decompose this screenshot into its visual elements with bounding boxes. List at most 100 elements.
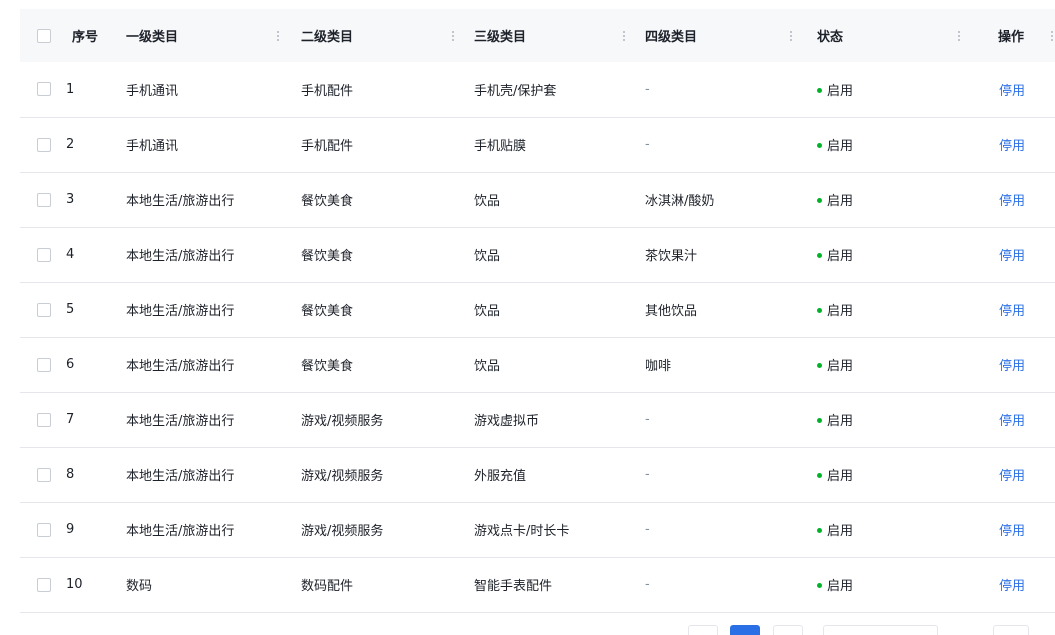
cell-index-text: 8 [66,467,75,482]
column-header-label: 四级类目 [645,30,698,45]
status-dot-icon [817,583,822,588]
status-dot-icon [817,143,822,148]
column-resize-handle-icon[interactable] [958,29,960,42]
table-row[interactable]: 9 本地生活/旅游出行 游戏/视频服务 游戏点卡/时长卡 - 启用 停用 [20,502,1055,557]
disable-link[interactable]: 停用 [999,194,1025,209]
cell-level1: 手机通讯 [120,62,295,117]
row-checkbox[interactable] [37,412,51,427]
disable-link[interactable]: 停用 [999,524,1025,539]
row-select-cell [20,282,60,337]
table-row[interactable]: 2 手机通讯 手机配件 手机贴膜 - 启用 停用 [20,117,1055,172]
table-row[interactable]: 5 本地生活/旅游出行 餐饮美食 饮品 其他饮品 启用 停用 [20,282,1055,337]
column-resize-handle-icon[interactable] [1051,29,1053,42]
row-checkbox[interactable] [37,302,51,317]
disable-link[interactable]: 停用 [999,139,1025,154]
disable-link[interactable]: 停用 [999,359,1025,374]
disable-link[interactable]: 停用 [999,469,1025,484]
cell-level1-text: 本地生活/旅游出行 [126,524,235,539]
row-checkbox[interactable] [37,192,51,207]
row-checkbox[interactable] [37,357,51,372]
pagination-next-button[interactable] [773,625,803,635]
row-checkbox[interactable] [37,137,51,152]
cell-index-text: 6 [66,357,75,372]
cell-level1-text: 本地生活/旅游出行 [126,304,235,319]
row-checkbox[interactable] [37,82,51,97]
row-checkbox[interactable] [37,467,51,482]
select-all-cell [20,9,60,62]
cell-level3: 饮品 [470,337,645,392]
cell-level3: 游戏虚拟币 [470,392,645,447]
pagination-prev-button[interactable] [688,625,718,635]
pagination-jumper-input[interactable] [993,625,1029,635]
cell-level4-text: - [645,467,650,482]
select-all-checkbox[interactable] [37,28,51,43]
table-row[interactable]: 3 本地生活/旅游出行 餐饮美食 饮品 冰淇淋/酸奶 启用 停用 [20,172,1055,227]
cell-index-text: 5 [66,302,75,317]
cell-level4: - [645,447,817,502]
status-text: 启用 [827,194,854,209]
cell-level1-text: 本地生活/旅游出行 [126,414,235,429]
cell-level2: 餐饮美食 [295,282,470,337]
disable-link[interactable]: 停用 [999,304,1025,319]
disable-link[interactable]: 停用 [999,249,1025,264]
table-header: 序号 一级类目 二级类目 三级类目 四级类目 状态 操作 [20,9,1055,62]
column-resize-handle-icon[interactable] [623,29,625,42]
pagination-page-size-select[interactable] [823,625,938,635]
row-select-cell [20,62,60,117]
cell-action: 停用 [985,117,1055,172]
cell-level2-text: 游戏/视频服务 [301,524,384,539]
cell-action: 停用 [985,557,1055,612]
cell-index-text: 4 [66,247,75,262]
column-header-status: 状态 [817,9,985,62]
table-row[interactable]: 10 数码 数码配件 智能手表配件 - 启用 停用 [20,557,1055,612]
cell-level3-text: 手机贴膜 [474,139,527,154]
table-row[interactable]: 6 本地生活/旅游出行 餐饮美食 饮品 咖啡 启用 停用 [20,337,1055,392]
column-header-label: 状态 [817,30,844,45]
column-header-label: 三级类目 [474,30,527,45]
cell-status: 启用 [817,62,985,117]
disable-link[interactable]: 停用 [999,414,1025,429]
cell-level1-text: 本地生活/旅游出行 [126,359,235,374]
table-row[interactable]: 7 本地生活/旅游出行 游戏/视频服务 游戏虚拟币 - 启用 停用 [20,392,1055,447]
cell-level2-text: 数码配件 [301,579,354,594]
disable-link[interactable]: 停用 [999,579,1025,594]
row-checkbox[interactable] [37,522,51,537]
cell-level3: 游戏点卡/时长卡 [470,502,645,557]
cell-level2-text: 餐饮美食 [301,304,354,319]
table-body: 1 手机通讯 手机配件 手机壳/保护套 - 启用 停用 2 手机通讯 手机配件 手机贴膜 - 启用 停用 3… [20,62,1055,612]
row-checkbox[interactable] [37,577,51,592]
status-text: 启用 [827,524,854,539]
table-row[interactable]: 1 手机通讯 手机配件 手机壳/保护套 - 启用 停用 [20,62,1055,117]
cell-level3-text: 饮品 [474,304,501,319]
disable-link[interactable]: 停用 [999,84,1025,99]
cell-level2: 餐饮美食 [295,227,470,282]
cell-level4: 咖啡 [645,337,817,392]
cell-level4-text: - [645,577,650,592]
column-resize-handle-icon[interactable] [452,29,454,42]
row-select-cell [20,557,60,612]
pagination-page-current[interactable] [730,625,760,635]
cell-index: 10 [60,557,120,612]
cell-level2: 数码配件 [295,557,470,612]
table-row[interactable]: 8 本地生活/旅游出行 游戏/视频服务 外服充值 - 启用 停用 [20,447,1055,502]
cell-level1-text: 手机通讯 [126,83,179,99]
column-resize-handle-icon[interactable] [277,29,279,42]
cell-level1-text: 数码 [126,579,153,594]
row-checkbox[interactable] [37,247,51,262]
cell-action: 停用 [985,62,1055,117]
cell-index-text: 1 [66,81,75,97]
cell-level1: 本地生活/旅游出行 [120,447,295,502]
cell-index: 3 [60,172,120,227]
cell-index: 6 [60,337,120,392]
table-row[interactable]: 4 本地生活/旅游出行 餐饮美食 饮品 茶饮果汁 启用 停用 [20,227,1055,282]
cell-level1: 数码 [120,557,295,612]
cell-index: 5 [60,282,120,337]
column-resize-handle-icon[interactable] [790,29,792,42]
cell-action: 停用 [985,282,1055,337]
cell-status: 启用 [817,557,985,612]
cell-level2: 游戏/视频服务 [295,447,470,502]
cell-index-text: 9 [66,522,75,537]
cell-level2-text: 餐饮美食 [301,249,354,264]
cell-level3: 手机壳/保护套 [470,62,645,117]
cell-level3-text: 饮品 [474,194,501,209]
